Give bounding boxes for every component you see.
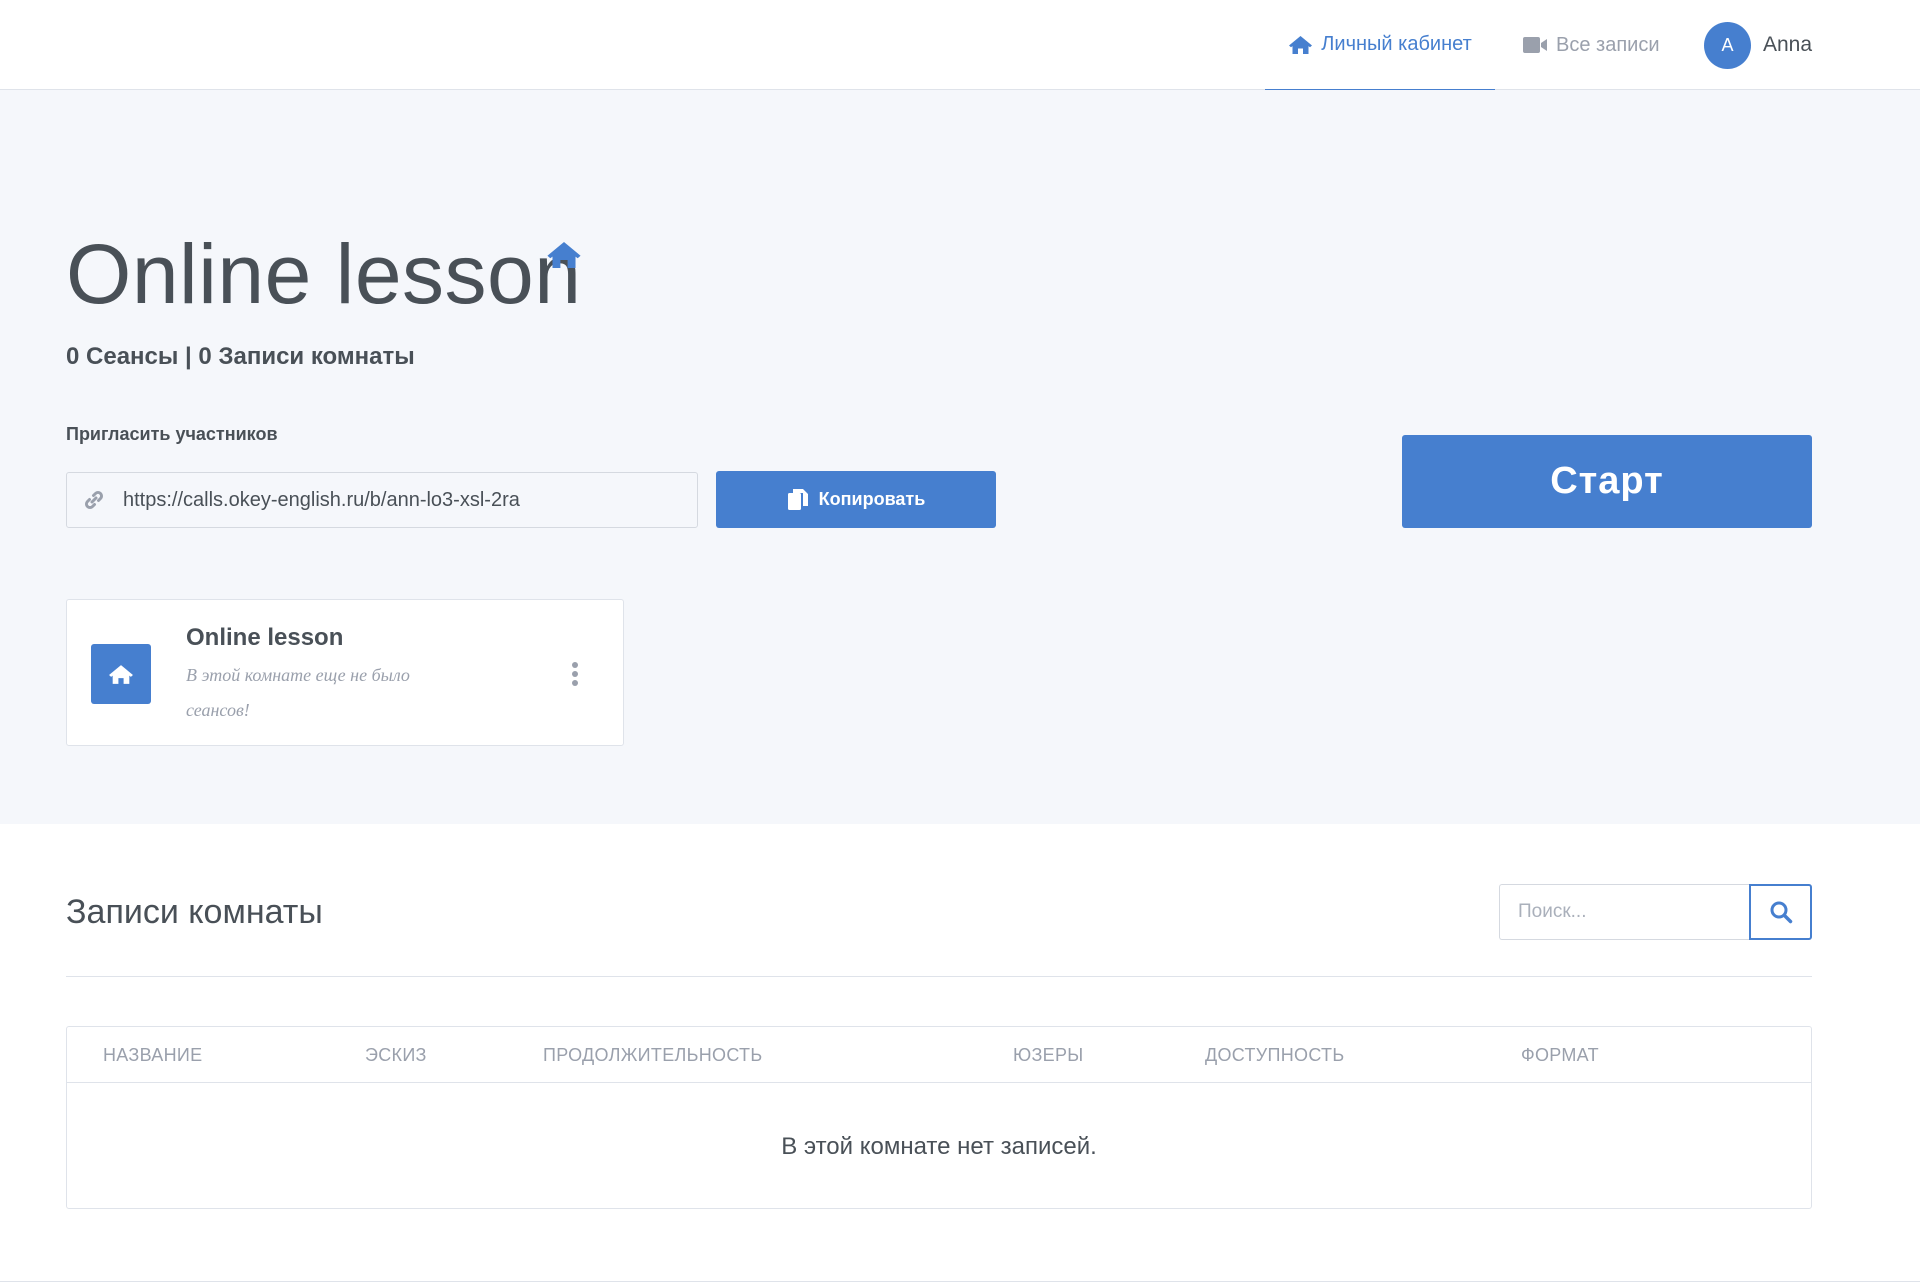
user-menu[interactable]: A Anna: [1704, 0, 1812, 90]
room-card-description: В этой комнате еще не было сеансов!: [186, 665, 410, 720]
room-card-name: Online lesson: [186, 624, 344, 651]
nav-home-link[interactable]: Личный кабинет: [1265, 0, 1495, 91]
start-button[interactable]: Старт: [1402, 435, 1812, 528]
column-header-name: Название: [103, 1045, 203, 1065]
room-card-icon: [91, 644, 151, 704]
column-header-duration: Продолжительность: [543, 1045, 763, 1065]
link-icon: [83, 489, 105, 511]
search-input[interactable]: [1499, 884, 1749, 940]
copy-icon: [787, 488, 809, 512]
column-header-users: Юзеры: [1013, 1045, 1084, 1065]
copy-button[interactable]: Копировать: [716, 471, 996, 528]
room-stats: 0 Сеансы | 0 Записи комнаты: [66, 343, 415, 370]
copy-button-label: Копировать: [818, 489, 926, 509]
menu-dot: [572, 662, 578, 668]
room-header-section: Online lesson 0 Сеансы | 0 Записи комнат…: [0, 90, 1920, 824]
records-title: Записи комнаты: [66, 893, 323, 931]
home-icon: [1288, 35, 1313, 55]
home-icon: [546, 240, 582, 275]
nav-records-link[interactable]: Все записи: [1522, 0, 1660, 90]
column-header-format: Формат: [1521, 1045, 1599, 1065]
top-navbar: Личный кабинет Все записи A Anna: [0, 0, 1920, 91]
home-icon: [108, 664, 134, 685]
search-button[interactable]: [1749, 884, 1812, 940]
page-title: Online lesson: [66, 227, 582, 321]
invite-link-field[interactable]: [66, 472, 698, 528]
divider: [66, 976, 1812, 977]
records-table: Название Эскиз Продолжительность Юзеры Д…: [66, 1026, 1812, 1209]
user-name: Anna: [1763, 33, 1813, 56]
invite-label: Пригласить участников: [66, 424, 278, 444]
menu-dot: [572, 671, 578, 677]
column-header-thumbnail: Эскиз: [365, 1045, 427, 1065]
video-camera-icon: [1522, 36, 1548, 54]
room-card[interactable]: Online lesson В этой комнате еще не было…: [66, 599, 624, 746]
column-header-visibility: Доступность: [1205, 1045, 1345, 1065]
avatar: A: [1704, 21, 1751, 69]
search-icon: [1769, 900, 1793, 924]
table-header: Название Эскиз Продолжительность Юзеры Д…: [67, 1027, 1811, 1083]
invite-link-input[interactable]: [123, 488, 663, 512]
menu-dot: [572, 680, 578, 686]
nav-home-label: Личный кабинет: [1321, 33, 1472, 55]
more-vertical-icon[interactable]: [565, 662, 585, 686]
empty-table-message: В этой комнате нет записей.: [781, 1133, 1097, 1160]
nav-records-label: Все записи: [1556, 33, 1660, 56]
